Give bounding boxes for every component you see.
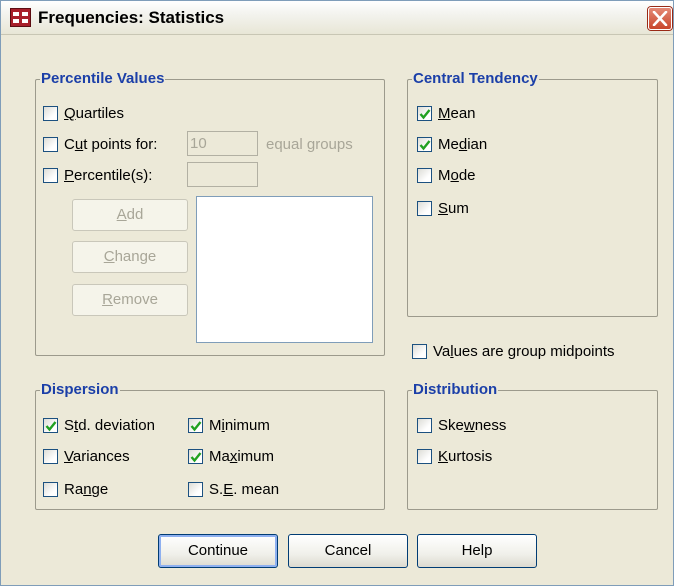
percentile-field[interactable] bbox=[187, 162, 258, 187]
add-button[interactable]: Add bbox=[72, 199, 188, 231]
group-midpoints-label: Values are group midpoints bbox=[433, 343, 615, 360]
maximum-box[interactable] bbox=[188, 449, 203, 464]
range-label: Range bbox=[64, 481, 109, 498]
percentile-values-legend: Percentile Values bbox=[40, 70, 166, 87]
distribution-legend: Distribution bbox=[412, 381, 499, 398]
se-mean-box[interactable] bbox=[188, 482, 203, 497]
se-mean-label: S.E. mean bbox=[209, 481, 280, 498]
change-button[interactable]: Change bbox=[72, 241, 188, 273]
kurtosis-box[interactable] bbox=[417, 449, 432, 464]
percentile-list[interactable] bbox=[196, 196, 373, 343]
minimum-box[interactable] bbox=[188, 418, 203, 433]
range-box[interactable] bbox=[43, 482, 58, 497]
checkmark-icon bbox=[190, 421, 202, 432]
continue-button[interactable]: Continue bbox=[158, 534, 278, 568]
variances-box[interactable] bbox=[43, 449, 58, 464]
median-checkbox[interactable]: Median bbox=[417, 136, 487, 153]
maximum-label: Maximum bbox=[209, 448, 275, 465]
group-midpoints-checkbox[interactable]: Values are group midpoints bbox=[412, 343, 615, 360]
range-checkbox[interactable]: Range bbox=[43, 481, 108, 498]
kurtosis-checkbox[interactable]: Kurtosis bbox=[417, 448, 492, 465]
cut-points-box[interactable] bbox=[43, 137, 58, 152]
group-midpoints-box[interactable] bbox=[412, 344, 427, 359]
std-deviation-box[interactable] bbox=[43, 418, 58, 433]
skewness-checkbox[interactable]: Skewness bbox=[417, 417, 506, 434]
quartiles-checkbox[interactable]: Quartiles bbox=[43, 105, 124, 122]
close-button[interactable] bbox=[648, 7, 672, 30]
mean-box[interactable] bbox=[417, 106, 432, 121]
checkmark-icon bbox=[419, 140, 431, 151]
std-deviation-label: Std. deviation bbox=[64, 417, 155, 434]
checkmark-icon bbox=[45, 421, 57, 432]
mode-box[interactable] bbox=[417, 168, 432, 183]
sum-label: Sum bbox=[438, 200, 469, 217]
checkmark-icon bbox=[190, 452, 202, 463]
mode-checkbox[interactable]: Mode bbox=[417, 167, 476, 184]
mean-label: Mean bbox=[438, 105, 476, 122]
checkmark-icon bbox=[419, 109, 431, 120]
cut-points-label: Cut points for: bbox=[64, 136, 158, 153]
remove-button[interactable]: Remove bbox=[72, 284, 188, 316]
dialog-window: Frequencies: Statistics Percentile Value… bbox=[0, 0, 674, 586]
quartiles-label: Quartiles bbox=[64, 105, 125, 122]
se-mean-checkbox[interactable]: S.E. mean bbox=[188, 481, 279, 498]
cancel-button[interactable]: Cancel bbox=[288, 534, 408, 568]
percentiles-label: Percentile(s): bbox=[64, 167, 153, 184]
maximum-checkbox[interactable]: Maximum bbox=[188, 448, 274, 465]
std-deviation-checkbox[interactable]: Std. deviation bbox=[43, 417, 155, 434]
kurtosis-label: Kurtosis bbox=[438, 448, 493, 465]
percentiles-checkbox[interactable]: Percentile(s): bbox=[43, 167, 152, 184]
window-title: Frequencies: Statistics bbox=[38, 8, 225, 27]
mode-label: Mode bbox=[438, 167, 476, 184]
median-label: Median bbox=[438, 136, 488, 153]
cut-points-checkbox[interactable]: Cut points for: bbox=[43, 136, 157, 153]
help-button[interactable]: Help bbox=[417, 534, 537, 568]
variances-label: Variances bbox=[64, 448, 130, 465]
median-box[interactable] bbox=[417, 137, 432, 152]
skewness-box[interactable] bbox=[417, 418, 432, 433]
minimum-label: Minimum bbox=[209, 417, 270, 434]
close-x-icon bbox=[652, 11, 668, 26]
central-tendency-legend: Central Tendency bbox=[412, 70, 539, 87]
spss-table-icon bbox=[10, 8, 31, 27]
minimum-checkbox[interactable]: Minimum bbox=[188, 417, 270, 434]
skewness-label: Skewness bbox=[438, 417, 507, 434]
quartiles-box[interactable] bbox=[43, 106, 58, 121]
sum-checkbox[interactable]: Sum bbox=[417, 200, 469, 217]
cut-points-field[interactable]: 10 bbox=[187, 131, 258, 156]
mean-checkbox[interactable]: Mean bbox=[417, 105, 476, 122]
equal-groups-label: equal groups bbox=[266, 136, 353, 153]
dispersion-legend: Dispersion bbox=[40, 381, 120, 398]
variances-checkbox[interactable]: Variances bbox=[43, 448, 130, 465]
percentiles-box[interactable] bbox=[43, 168, 58, 183]
sum-box[interactable] bbox=[417, 201, 432, 216]
title-bar[interactable]: Frequencies: Statistics bbox=[1, 1, 673, 35]
